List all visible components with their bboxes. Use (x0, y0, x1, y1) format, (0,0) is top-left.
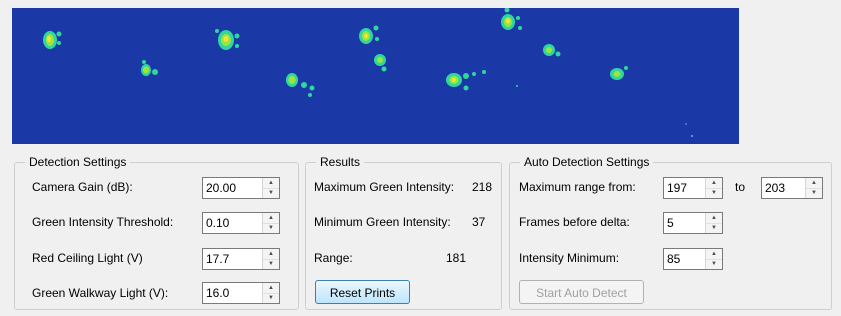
decrement-arrow-icon[interactable]: ▼ (706, 259, 722, 269)
min-green-value: 37 (472, 215, 486, 229)
paw-print (446, 70, 486, 91)
decrement-arrow-icon[interactable]: ▼ (263, 293, 279, 303)
detection-settings-title: Detection Settings (25, 155, 131, 169)
green-walkway-input[interactable] (203, 283, 262, 303)
paw-print (501, 8, 522, 30)
app-window: Detection Settings Camera Gain (dB): ▲ ▼… (0, 0, 841, 316)
green-threshold-stepper[interactable]: ▲ ▼ (202, 212, 280, 234)
decrement-arrow-icon[interactable]: ▼ (263, 223, 279, 233)
paw-print (543, 44, 561, 57)
increment-arrow-icon[interactable]: ▲ (706, 213, 722, 224)
decrement-arrow-icon[interactable]: ▼ (706, 188, 722, 198)
green-walkway-label: Green Walkway Light (V): (32, 286, 169, 300)
results-group: Results Maximum Green Intensity: 218 Min… (305, 155, 502, 310)
intensity-minimum-label: Intensity Minimum: (519, 251, 620, 265)
paw-print (215, 29, 240, 50)
green-walkway-stepper[interactable]: ▲ ▼ (202, 282, 280, 304)
increment-arrow-icon[interactable]: ▲ (263, 178, 279, 189)
green-threshold-label: Green Intensity Threshold: (32, 215, 174, 229)
range-value: 181 (446, 251, 467, 265)
camera-gain-label: Camera Gain (dB): (32, 180, 133, 194)
range-from-stepper[interactable]: ▲ ▼ (663, 177, 723, 199)
max-green-label: Maximum Green Intensity: (314, 180, 455, 194)
decrement-arrow-icon[interactable]: ▼ (263, 188, 279, 198)
decrement-arrow-icon[interactable]: ▼ (806, 188, 822, 198)
range-from-input[interactable] (664, 178, 705, 198)
range-to-input[interactable] (762, 178, 805, 198)
paw-print (610, 66, 628, 80)
camera-view (12, 8, 739, 144)
footprint-image (43, 8, 693, 137)
reset-prints-button[interactable]: Reset Prints (315, 280, 410, 304)
frames-input[interactable] (664, 213, 705, 233)
increment-arrow-icon[interactable]: ▲ (706, 178, 722, 189)
detection-settings-group: Detection Settings Camera Gain (dB): ▲ ▼… (14, 155, 299, 310)
green-threshold-input[interactable] (203, 213, 262, 233)
increment-arrow-icon[interactable]: ▲ (263, 249, 279, 260)
paw-print (374, 54, 387, 72)
max-range-label: Maximum range from: (519, 180, 636, 194)
auto-detection-group: Auto Detection Settings Maximum range fr… (509, 155, 832, 310)
red-ceiling-input[interactable] (203, 249, 262, 269)
frames-stepper[interactable]: ▲ ▼ (663, 212, 723, 234)
min-green-label: Minimum Green Intensity: (314, 215, 451, 229)
to-label: to (735, 180, 746, 194)
intensity-minimum-input[interactable] (664, 249, 705, 269)
frames-label: Frames before delta: (519, 215, 630, 229)
paw-print (43, 31, 62, 49)
camera-gain-stepper[interactable]: ▲ ▼ (202, 177, 280, 199)
range-to-stepper[interactable]: ▲ ▼ (761, 177, 823, 199)
paw-print (286, 73, 315, 97)
paw-print (141, 60, 158, 76)
increment-arrow-icon[interactable]: ▲ (706, 249, 722, 260)
results-title: Results (316, 155, 365, 169)
intensity-minimum-stepper[interactable]: ▲ ▼ (663, 248, 723, 270)
red-ceiling-label: Red Ceiling Light (V) (32, 251, 143, 265)
decrement-arrow-icon[interactable]: ▼ (706, 223, 722, 233)
paw-print (359, 25, 379, 44)
camera-gain-input[interactable] (203, 178, 262, 198)
auto-detection-title: Auto Detection Settings (520, 155, 654, 169)
max-green-value: 218 (472, 180, 493, 194)
start-auto-detect-button[interactable]: Start Auto Detect (519, 280, 644, 304)
range-label: Range: (314, 251, 353, 265)
increment-arrow-icon[interactable]: ▲ (263, 213, 279, 224)
increment-arrow-icon[interactable]: ▲ (263, 283, 279, 294)
increment-arrow-icon[interactable]: ▲ (806, 178, 822, 189)
decrement-arrow-icon[interactable]: ▼ (263, 259, 279, 269)
red-ceiling-stepper[interactable]: ▲ ▼ (202, 248, 280, 270)
